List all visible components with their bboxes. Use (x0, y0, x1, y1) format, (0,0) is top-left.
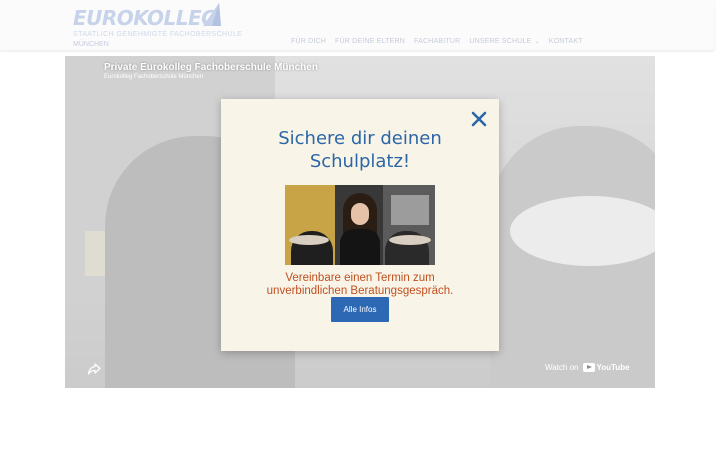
photo-student-face (351, 203, 369, 225)
modal-title-line: Schulplatz! (309, 151, 411, 172)
video-title[interactable]: Private Eurokolleg Fachoberschule Münche… (104, 62, 318, 73)
modal-subtitle: Vereinbare einen Termin zum unverbindlic… (221, 272, 499, 298)
logo-wordmark: EUROKOLLEG (73, 6, 218, 30)
nav-item-fachabitur[interactable]: FACHABITUR (414, 38, 460, 45)
nav-item-label: UNSERE SCHULE (469, 38, 532, 45)
photo-window (391, 195, 429, 225)
watch-on-label: Watch on (545, 363, 579, 372)
sail-icon (203, 3, 221, 26)
photo-person-hood (289, 235, 329, 245)
logo-tagline: STAATLICH GENEHMIGTE FACHOBERSCHULE (73, 31, 243, 38)
youtube-logo-icon (582, 363, 595, 372)
youtube-label: YouTube (596, 363, 630, 372)
main-nav: FÜR DICH FÜR DEINE ELTERN FACHABITUR UNS… (291, 38, 583, 45)
nav-item-unsere-schule[interactable]: UNSERE SCHULE ⌄ (469, 38, 539, 45)
promo-modal: Sichere dir deinen Schulplatz! Vereinbar… (221, 99, 499, 351)
chevron-down-icon: ⌄ (534, 39, 540, 45)
video-channel[interactable]: Eurokolleg Fachoberschule München (104, 74, 203, 80)
nav-item-label: FÜR DICH (291, 38, 327, 45)
nav-item-fuer-dich[interactable]: FÜR DICH (291, 38, 326, 45)
modal-title: Sichere dir deinen Schulplatz! (221, 127, 499, 173)
modal-photo (285, 185, 435, 265)
site-logo[interactable]: EUROKOLLEG STAATLICH GENEHMIGTE FACHOBER… (73, 2, 243, 48)
photo-student-coat (340, 229, 380, 265)
nav-item-fuer-deine-eltern[interactable]: FÜR DEINE ELTERN (335, 38, 405, 45)
nav-item-label: FACHABITUR (414, 38, 461, 45)
close-icon[interactable] (471, 111, 487, 127)
nav-item-kontakt[interactable]: KONTAKT (549, 38, 583, 45)
logo-city: MÜNCHEN (73, 41, 109, 48)
nav-item-label: KONTAKT (548, 38, 583, 45)
modal-title-line: Sichere dir deinen (278, 128, 442, 149)
modal-subtitle-line: Vereinbare einen Termin zum (285, 272, 435, 284)
share-icon[interactable] (87, 362, 101, 376)
watch-on-youtube-link[interactable]: Watch on YouTube (545, 363, 630, 372)
site-header: EUROKOLLEG STAATLICH GENEHMIGTE FACHOBER… (0, 0, 714, 50)
alle-infos-button[interactable]: Alle Infos (331, 297, 389, 322)
youtube-logo: YouTube (582, 363, 630, 372)
photo-person-hood (389, 235, 431, 245)
nav-item-label: FÜR DEINE ELTERN (335, 38, 406, 45)
page: EUROKOLLEG STAATLICH GENEHMIGTE FACHOBER… (0, 0, 720, 450)
